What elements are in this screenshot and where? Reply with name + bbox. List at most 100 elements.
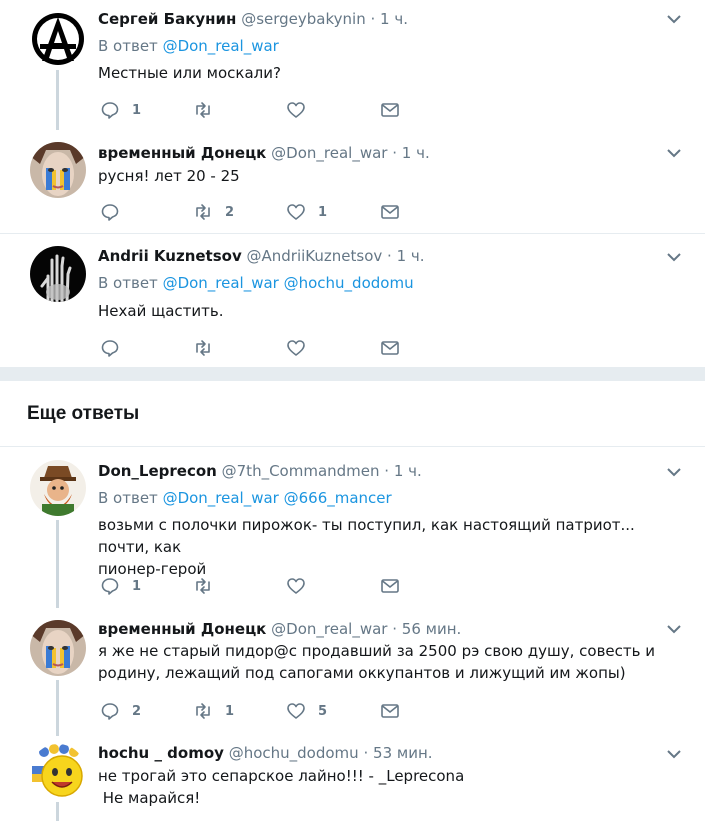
timestamp[interactable]: 1 ч. — [380, 10, 408, 28]
like-button[interactable]: 1 — [286, 201, 327, 223]
reply-count: 1 — [132, 102, 142, 118]
timestamp[interactable]: 53 мин. — [373, 744, 433, 762]
like-count: 1 — [318, 204, 328, 220]
reply-count: 2 — [132, 703, 142, 719]
reply-button[interactable] — [100, 201, 132, 223]
tweet[interactable]: Don_Leprecon @7th_Commandmen · 1 ч. В от… — [0, 448, 705, 608]
separator: · — [370, 10, 376, 28]
retweet-button[interactable]: 2 — [193, 201, 234, 223]
direct-message-button[interactable] — [380, 337, 400, 359]
timestamp[interactable]: 1 ч. — [402, 144, 430, 162]
direct-message-button[interactable] — [380, 201, 400, 223]
direct-message-button[interactable] — [380, 99, 400, 121]
reply-button[interactable] — [100, 337, 132, 359]
anarchy-avatar-image — [30, 11, 86, 67]
like-button[interactable]: 5 — [286, 700, 327, 722]
tweet[interactable]: hochu _ domoy @hochu_dodomu · 53 мин. не… — [0, 736, 705, 821]
envelope-icon — [381, 704, 399, 718]
username[interactable]: @Don_real_war — [271, 620, 387, 638]
avatar[interactable] — [30, 11, 86, 67]
section-divider — [0, 367, 705, 381]
like-button[interactable] — [286, 575, 318, 597]
reply-button[interactable]: 1 — [100, 575, 141, 597]
tweet-text-line: возьми с полочки пирожок- ты поступил, к… — [98, 516, 635, 556]
direct-message-button[interactable] — [380, 700, 400, 722]
chevron-down-icon[interactable] — [665, 248, 683, 266]
more-replies-header: Еще ответы — [0, 381, 705, 447]
tweet-header: hochu _ domoy @hochu_dodomu · 53 мин. — [98, 743, 433, 763]
tweet[interactable]: Andrii Kuznetsov @AndriiKuznetsov · 1 ч.… — [0, 234, 705, 367]
display-name[interactable]: Andrii Kuznetsov — [98, 247, 242, 265]
username[interactable]: @7th_Commandmen — [222, 462, 380, 480]
avatar[interactable] — [30, 620, 86, 676]
tweet-header: Don_Leprecon @7th_Commandmen · 1 ч. — [98, 461, 422, 481]
display-name[interactable]: hochu _ domoy — [98, 744, 224, 762]
username[interactable]: @Don_real_war — [271, 144, 387, 162]
chevron-down-icon[interactable] — [665, 144, 683, 162]
face-avatar-image — [30, 620, 86, 676]
tweet-header: временный Донецк @Don_real_war · 1 ч. — [98, 143, 430, 163]
direct-message-button[interactable] — [380, 575, 400, 597]
tweet-actions: 2 1 5 — [100, 700, 420, 722]
reply-button[interactable]: 1 — [100, 99, 141, 121]
tweet-header: Andrii Kuznetsov @AndriiKuznetsov · 1 ч. — [98, 246, 425, 266]
timestamp[interactable]: 1 ч. — [397, 247, 425, 265]
like-button[interactable] — [286, 99, 318, 121]
avatar[interactable] — [30, 744, 86, 800]
tweet-text: русня! лет 20 - 25 — [98, 167, 240, 185]
reply-button[interactable]: 2 — [100, 700, 141, 722]
tweet-text: возьми с полочки пирожок- ты поступил, к… — [98, 514, 688, 580]
display-name[interactable]: временный Донецк — [98, 620, 266, 638]
retweet-count: 2 — [225, 204, 235, 220]
retweet-icon — [196, 340, 210, 356]
like-button[interactable] — [286, 337, 318, 359]
tweet-header: Сергей Бакунин @sergeybakynin · 1 ч. — [98, 9, 408, 29]
tweet[interactable]: Сергей Бакунин @sergeybakynin · 1 ч. В о… — [0, 0, 705, 130]
heart-icon — [287, 703, 305, 719]
reply-icon — [101, 703, 119, 720]
like-count: 5 — [318, 703, 328, 719]
reply-icon — [101, 204, 119, 221]
face-avatar-image — [30, 142, 86, 198]
timestamp[interactable]: 56 мин. — [402, 620, 462, 638]
username[interactable]: @hochu_dodomu — [229, 744, 359, 762]
tweet-text-line: я же не старый пидор@с продавший за 2500… — [98, 642, 655, 660]
display-name[interactable]: временный Донецк — [98, 144, 266, 162]
reply-prefix: В ответ — [98, 489, 158, 507]
chevron-down-icon[interactable] — [665, 463, 683, 481]
reply-mention-link[interactable]: @Don_real_war — [163, 37, 279, 55]
heart-icon — [287, 204, 305, 220]
reply-mention-link[interactable]: @Don_real_war @666_mancer — [163, 489, 392, 507]
tweet[interactable]: временный Донецк @Don_real_war · 56 мин.… — [0, 608, 705, 736]
envelope-icon — [381, 579, 399, 593]
tweet-text: не трогай это сепарское лайно!!! - _Lepr… — [98, 765, 688, 809]
username[interactable]: @AndriiKuznetsov — [247, 247, 383, 265]
chevron-down-icon[interactable] — [665, 620, 683, 638]
reply-icon — [101, 578, 119, 595]
timestamp[interactable]: 1 ч. — [394, 462, 422, 480]
separator: · — [387, 247, 392, 265]
tweet-text: Местные или москали? — [98, 64, 281, 82]
retweet-button[interactable] — [193, 575, 225, 597]
reply-mention-link[interactable]: @Don_real_war @hochu_dodomu — [163, 274, 414, 292]
chevron-down-icon[interactable] — [665, 745, 683, 763]
retweet-button[interactable] — [193, 337, 225, 359]
section-title: Еще ответы — [27, 403, 140, 424]
avatar[interactable] — [30, 142, 86, 198]
username[interactable]: @sergeybakynin — [241, 10, 366, 28]
envelope-icon — [381, 205, 399, 219]
chevron-down-icon[interactable] — [665, 10, 683, 28]
envelope-icon — [381, 103, 399, 117]
separator: · — [384, 462, 390, 480]
retweet-button[interactable]: 1 — [193, 700, 234, 722]
tweet[interactable]: временный Донецк @Don_real_war · 1 ч. ру… — [0, 130, 705, 234]
tweet-text: я же не старый пидор@с продавший за 2500… — [98, 640, 688, 684]
retweet-icon — [196, 578, 210, 594]
thread-line — [56, 680, 59, 736]
display-name[interactable]: Сергей Бакунин — [98, 10, 236, 28]
display-name[interactable]: Don_Leprecon — [98, 462, 217, 480]
retweet-button[interactable] — [193, 99, 225, 121]
heart-icon — [287, 102, 305, 118]
avatar[interactable] — [30, 246, 86, 302]
avatar[interactable] — [30, 460, 86, 516]
